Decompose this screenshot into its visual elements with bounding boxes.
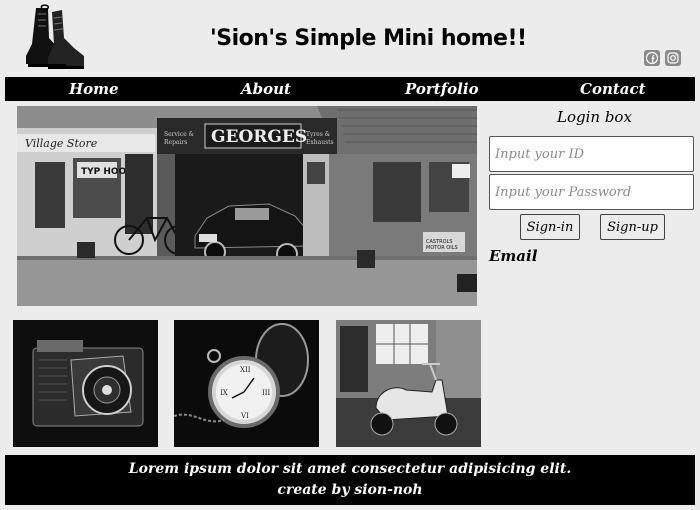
camera-photo[interactable] [13, 320, 158, 447]
footer: Lorem ipsum dolor sit amet consectetur a… [5, 455, 695, 505]
instagram-icon[interactable] [665, 50, 681, 66]
svg-text:Tyres &: Tyres & [306, 131, 331, 138]
svg-text:GEORGES: GEORGES [211, 127, 307, 147]
password-input[interactable] [489, 174, 694, 210]
email-label: Email [489, 247, 538, 265]
hero-image: Village Store TYP HOO GEORGES Service & … [17, 106, 477, 306]
sign-up-button[interactable]: Sign-up [600, 214, 665, 240]
pocket-watch-photo[interactable]: XII III VI IX [173, 320, 319, 447]
scooter-photo[interactable] [336, 320, 481, 447]
svg-text:MOTOR OILS: MOTOR OILS [426, 245, 458, 251]
footer-credit: create by sion-noh [277, 482, 423, 498]
site-title: 'Sion's Simple Mini home!! [210, 26, 527, 51]
nav-contact[interactable]: Contact [580, 80, 646, 98]
svg-text:TYP HOO: TYP HOO [81, 167, 127, 177]
nav-portfolio[interactable]: Portfolio [405, 80, 479, 98]
nav-home[interactable]: Home [69, 80, 119, 98]
login-title: Login box [557, 108, 632, 126]
svg-text:Exhausts: Exhausts [306, 139, 334, 146]
svg-text:IX: IX [220, 389, 228, 397]
svg-text:III: III [262, 389, 271, 397]
boots-logo-icon[interactable] [18, 4, 98, 70]
svg-text:VI: VI [240, 412, 249, 420]
svg-text:Service &: Service & [164, 131, 195, 138]
main-nav: Home About Portfolio Contact [5, 77, 695, 101]
id-input[interactable] [489, 136, 694, 172]
svg-text:XII: XII [240, 366, 251, 374]
footer-text: Lorem ipsum dolor sit amet consectetur a… [128, 461, 572, 477]
facebook-icon[interactable] [644, 50, 660, 66]
sign-in-button[interactable]: Sign-in [520, 214, 580, 240]
svg-text:Repairs: Repairs [164, 139, 187, 146]
svg-text:Village Store: Village Store [25, 137, 98, 150]
nav-about[interactable]: About [241, 80, 291, 98]
